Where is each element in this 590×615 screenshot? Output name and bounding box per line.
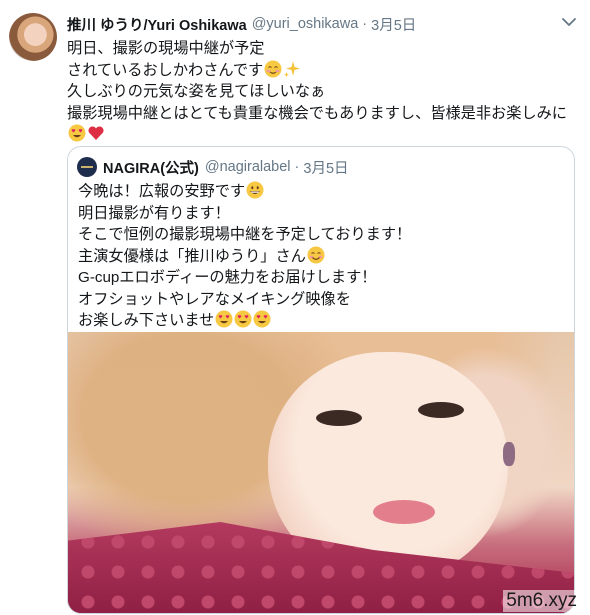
red-heart-emoji-icon — [88, 126, 104, 141]
quoted-tweet-header: NAGIRA(公式) @nagiralabel · 3月5日 — [77, 157, 349, 177]
portrait-eye — [316, 410, 362, 426]
tweet-line — [67, 124, 577, 146]
quoted-line: 今晩は！広報の安野です — [78, 181, 568, 203]
quoted-line: オフショットやレアなメイキング映像を — [78, 290, 351, 308]
tweet-line: 久しぶりの元気な姿を見てほしいなぁ — [67, 83, 326, 101]
separator-dot: · — [294, 159, 300, 175]
tweet-line: 明日、撮影の現場中継が予定 — [67, 40, 265, 57]
quoted-user-handle[interactable]: @nagiralabel — [205, 159, 291, 175]
tweet-line: されているおしかわさんです — [67, 60, 577, 82]
quoted-line: お楽しみ下さいませ — [78, 310, 568, 332]
quoted-line: 明日撮影が有ります！ — [78, 204, 230, 222]
quoted-tweet-text: 今晩は！広報の安野です 明日撮影が有ります！ そこで恒例の撮影現場中継を予定して… — [78, 181, 568, 332]
quoted-line: G-cupエロボディーの魅力をお届けします！ — [78, 269, 377, 286]
quoted-media-image[interactable] — [68, 332, 574, 613]
quoted-tweet[interactable]: NAGIRA(公式) @nagiralabel · 3月5日 今晩は！広報の安野… — [67, 146, 575, 614]
user-handle[interactable]: @yuri_oshikawa — [252, 16, 359, 32]
tweet-header: 推川 ゆうり/Yuri Oshikawa @yuri_oshikawa · 3月… — [67, 14, 416, 34]
smiling-blush-emoji-icon — [264, 60, 282, 78]
heart-eyes-emoji-icon — [234, 310, 252, 328]
portrait-eye — [418, 402, 464, 418]
portrait-earring — [503, 442, 515, 466]
watermark-text: 5m6.xyz — [503, 590, 580, 612]
sparkles-emoji-icon — [284, 60, 301, 78]
heart-eyes-emoji-icon — [68, 124, 86, 142]
smiling-emoji-icon — [307, 246, 325, 263]
quoted-display-name[interactable]: NAGIRA(公式) — [103, 157, 199, 178]
portrait-lips — [373, 500, 435, 524]
quoted-tweet-date[interactable]: 3月5日 — [303, 157, 348, 178]
tweet-text: 明日、撮影の現場中継が予定 されているおしかわさんです 久しぶりの元気な姿を見て… — [67, 38, 577, 146]
avatar[interactable] — [9, 13, 57, 61]
display-name[interactable]: 推川 ゆうり/Yuri Oshikawa — [67, 14, 247, 35]
tweet-line: 撮影現場中継とはとても貴重な機会でもありますし、皆様是非お楽しみに — [67, 104, 567, 122]
quoted-line: そこで恒例の撮影現場中継を予定しております！ — [78, 226, 412, 243]
heart-eyes-emoji-icon — [215, 310, 233, 328]
tweet[interactable]: 推川 ゆうり/Yuri Oshikawa @yuri_oshikawa · 3月… — [0, 0, 590, 615]
quoted-avatar[interactable] — [77, 157, 97, 177]
tweet-date[interactable]: 3月5日 — [371, 14, 416, 35]
heart-eyes-emoji-icon — [253, 310, 271, 328]
grinning-emoji-icon — [246, 181, 264, 199]
chevron-down-icon[interactable] — [562, 17, 576, 27]
quoted-line: 主演女優様は「推川ゆうり」さん — [78, 246, 568, 268]
separator-dot: · — [362, 16, 368, 32]
